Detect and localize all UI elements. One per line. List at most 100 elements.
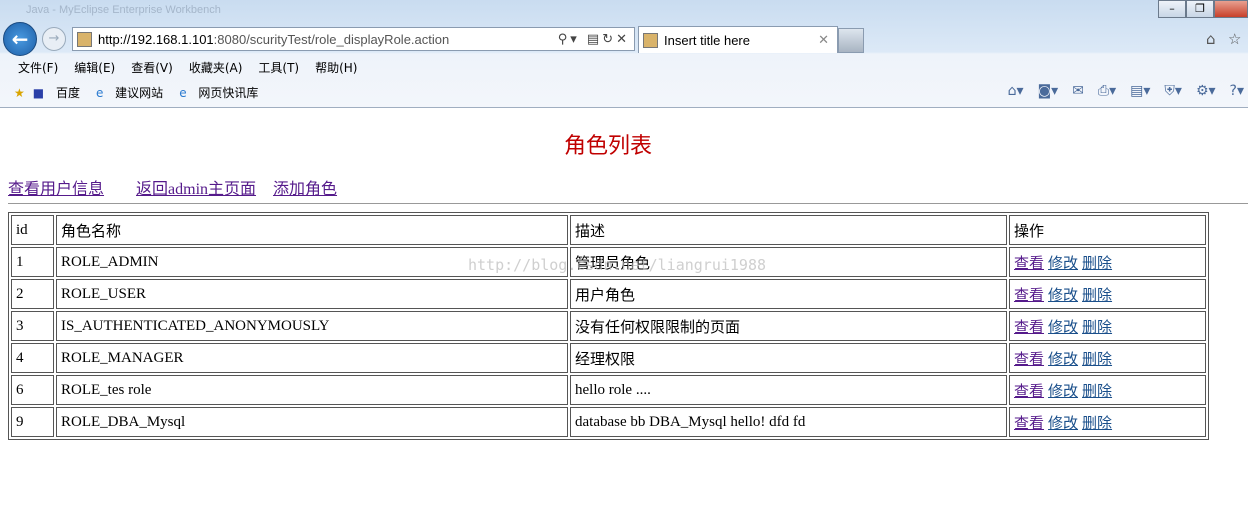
page-icon[interactable]: ▤▾ — [1130, 83, 1150, 99]
safety-shield-icon[interactable]: ⛨▾ — [1164, 83, 1182, 99]
delete-link[interactable]: 删除 — [1082, 384, 1112, 400]
view-link[interactable]: 查看 — [1014, 256, 1044, 272]
help-icon[interactable]: ?▾ — [1230, 83, 1244, 99]
cell-actions: 查看 修改 删除 — [1009, 247, 1206, 277]
window-title: Java - MyEclipse Enterprise Workbench — [26, 4, 221, 16]
menu-help[interactable]: 帮助(H) — [315, 59, 357, 76]
minimize-button[interactable]: – — [1158, 0, 1186, 18]
cell-actions: 查看 修改 删除 — [1009, 407, 1206, 437]
ie-icon: e — [95, 86, 104, 100]
fav-label: 百度 — [55, 86, 80, 100]
table-row: 3 IS_AUTHENTICATED_ANONYMOUSLY 没有任何权限限制的… — [11, 311, 1206, 341]
favorites-bar: ★ ■ 百度 e 建议网站 e 网页快讯库 — [14, 84, 274, 101]
menu-bar: 文件(F) 编辑(E) 查看(V) 收藏夹(A) 工具(T) 帮助(H) — [18, 59, 373, 76]
close-button[interactable] — [1214, 0, 1248, 18]
menu-tools[interactable]: 工具(T) — [258, 59, 299, 76]
view-users-link[interactable]: 查看用户信息 — [8, 181, 104, 198]
new-tab-button[interactable] — [838, 28, 864, 53]
print-icon[interactable]: ⎙▾ — [1098, 83, 1116, 99]
menu-edit[interactable]: 编辑(E) — [74, 59, 115, 76]
delete-link[interactable]: 删除 — [1082, 320, 1112, 336]
edit-link[interactable]: 修改 — [1048, 384, 1078, 400]
cell-id: 6 — [11, 375, 54, 405]
feed-icon[interactable]: ◙▾ — [1038, 83, 1059, 99]
view-link[interactable]: 查看 — [1014, 352, 1044, 368]
cell-name: ROLE_tes role — [56, 375, 568, 405]
fav-web-slice[interactable]: e 网页快讯库 — [179, 84, 266, 101]
table-row: 9 ROLE_DBA_Mysql database bb DBA_Mysql h… — [11, 407, 1206, 437]
page-title: 角色列表 — [563, 133, 652, 158]
cell-actions: 查看 修改 删除 — [1009, 279, 1206, 309]
edit-link[interactable]: 修改 — [1048, 256, 1078, 272]
view-link[interactable]: 查看 — [1014, 320, 1044, 336]
gear-icon[interactable]: ⚙▾ — [1196, 83, 1216, 99]
table-row: 2 ROLE_USER 用户角色 查看 修改 删除 — [11, 279, 1206, 309]
tab-favicon-icon — [643, 32, 658, 48]
menu-file[interactable]: 文件(F) — [18, 59, 58, 76]
view-link[interactable]: 查看 — [1014, 416, 1044, 432]
back-button[interactable]: ← — [3, 22, 37, 56]
view-link[interactable]: 查看 — [1014, 288, 1044, 304]
restore-button[interactable]: ❐ — [1186, 0, 1214, 18]
table-row: 1 ROLE_ADMIN 管理员角色 查看 修改 删除 — [11, 247, 1206, 277]
delete-link[interactable]: 删除 — [1082, 288, 1112, 304]
cell-desc: 经理权限 — [570, 343, 1007, 373]
forward-button[interactable]: → — [42, 27, 66, 51]
edit-link[interactable]: 修改 — [1048, 288, 1078, 304]
url-host: http://192.168.1.101 — [98, 31, 214, 47]
cell-name: IS_AUTHENTICATED_ANONYMOUSLY — [56, 311, 568, 341]
delete-link[interactable]: 删除 — [1082, 256, 1112, 272]
header-actions: 操作 — [1009, 215, 1206, 245]
tab-active[interactable]: Insert title here ✕ — [638, 26, 838, 53]
favorites-star-icon[interactable]: ☆ — [1228, 30, 1241, 48]
view-link[interactable]: 查看 — [1014, 384, 1044, 400]
cell-name: ROLE_USER — [56, 279, 568, 309]
edit-link[interactable]: 修改 — [1048, 352, 1078, 368]
header-id: id — [11, 215, 54, 245]
cell-actions: 查看 修改 删除 — [1009, 343, 1206, 373]
cell-desc: 管理员角色 — [570, 247, 1007, 277]
cell-desc: hello role .... — [570, 375, 1007, 405]
favorites-star-icon[interactable]: ★ — [14, 86, 25, 100]
ie-icon: e — [179, 86, 187, 100]
roles-table: id 角色名称 描述 操作 1 ROLE_ADMIN 管理员角色 查看 修改 删除 2… — [8, 212, 1209, 440]
cell-name: ROLE_DBA_Mysql — [56, 407, 568, 437]
favicon-icon — [77, 31, 92, 47]
window-controls: – ❐ — [1158, 0, 1248, 18]
table-row: 4 ROLE_MANAGER 经理权限 查看 修改 删除 — [11, 343, 1206, 373]
cell-desc: 没有任何权限限制的页面 — [570, 311, 1007, 341]
tab-close-icon[interactable]: ✕ — [818, 32, 829, 48]
cell-name: ROLE_ADMIN — [56, 247, 568, 277]
cell-id: 2 — [11, 279, 54, 309]
header-desc: 描述 — [570, 215, 1007, 245]
cell-actions: 查看 修改 删除 — [1009, 375, 1206, 405]
back-admin-link[interactable]: 返回admin主页面 — [136, 181, 256, 198]
fav-baidu[interactable]: ■ 百度 — [33, 84, 88, 101]
fav-label: 网页快讯库 — [198, 86, 259, 100]
divider — [8, 203, 1248, 204]
address-bar[interactable]: http://192.168.1.101:8080/scurityTest/ro… — [72, 27, 635, 51]
menu-view[interactable]: 查看(V) — [131, 59, 173, 76]
mail-icon[interactable]: ✉ — [1072, 83, 1084, 99]
nav-links: 查看用户信息 返回admin主页面 添加角色 — [8, 175, 350, 199]
cell-id: 3 — [11, 311, 54, 341]
fav-suggested-sites[interactable]: e 建议网站 — [96, 84, 171, 101]
delete-link[interactable]: 删除 — [1082, 352, 1112, 368]
menu-favorites[interactable]: 收藏夹(A) — [189, 59, 243, 76]
cell-id: 9 — [11, 407, 54, 437]
cell-id: 4 — [11, 343, 54, 373]
add-role-link[interactable]: 添加角色 — [273, 181, 337, 198]
home-icon[interactable]: ⌂ — [1206, 30, 1216, 48]
command-bar: ⌂▾ ◙▾ ✉ ⎙▾ ▤▾ ⛨▾ ⚙▾ ?▾ — [1008, 83, 1244, 99]
fav-label: 建议网站 — [115, 86, 164, 100]
edit-link[interactable]: 修改 — [1048, 320, 1078, 336]
table-row: 6 ROLE_tes role hello role .... 查看 修改 删除 — [11, 375, 1206, 405]
edit-link[interactable]: 修改 — [1048, 416, 1078, 432]
cell-actions: 查看 修改 删除 — [1009, 311, 1206, 341]
table-header-row: id 角色名称 描述 操作 — [11, 215, 1206, 245]
baidu-icon: ■ — [32, 86, 45, 100]
cell-id: 1 — [11, 247, 54, 277]
delete-link[interactable]: 删除 — [1082, 416, 1112, 432]
address-tools-icons[interactable]: ⚲▾ ▤↻✕ — [558, 32, 630, 47]
home-icon[interactable]: ⌂▾ — [1008, 83, 1024, 99]
